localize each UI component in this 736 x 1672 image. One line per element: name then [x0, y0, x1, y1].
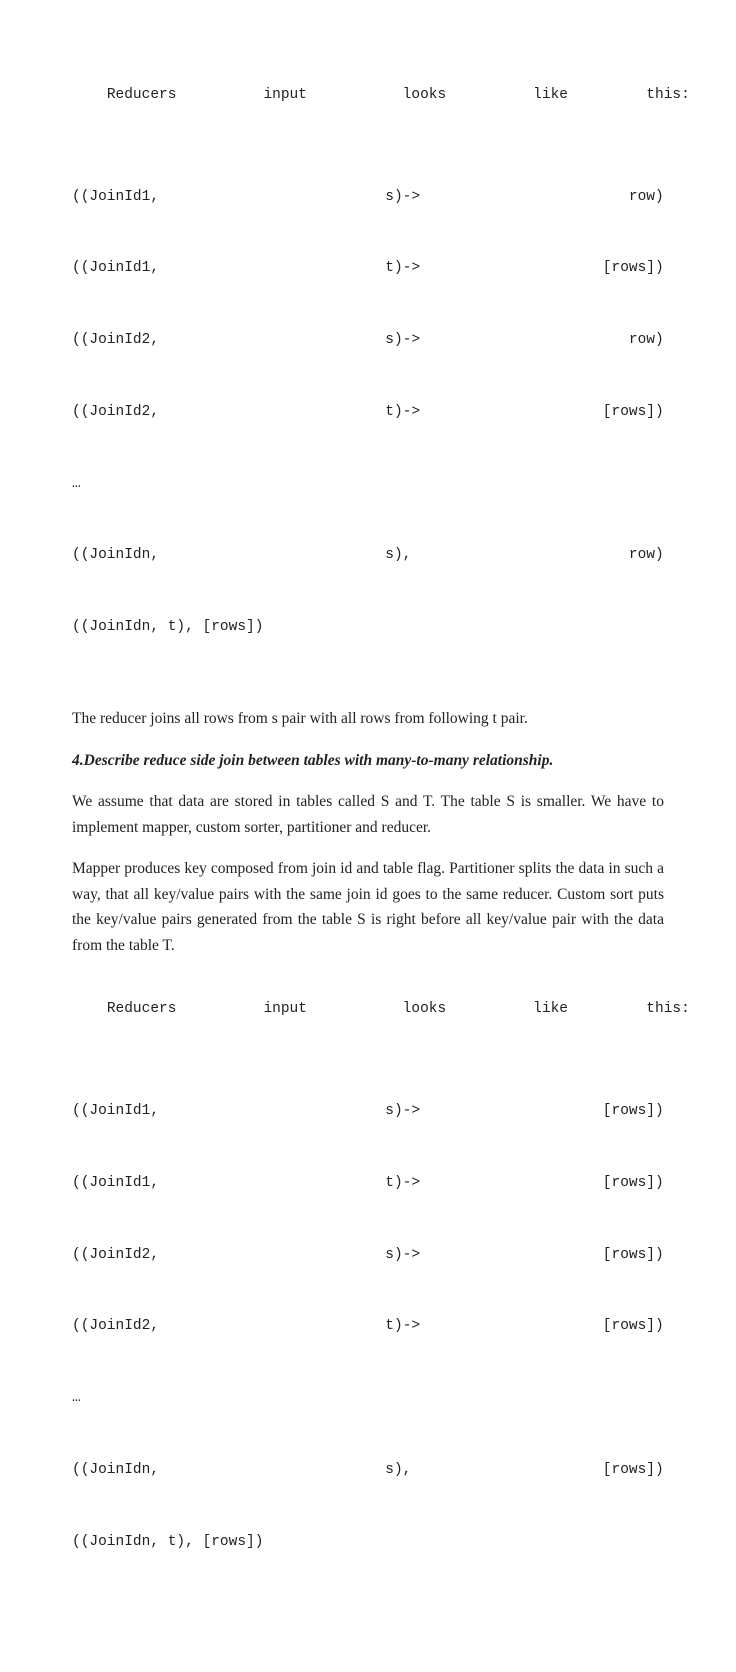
code-line-header-2: Reducers input looks like this: — [107, 1001, 690, 1017]
code-line: … — [72, 1387, 664, 1411]
code-line: ((JoinIdn, s), [rows]) — [72, 1459, 664, 1483]
code-line: ((JoinId1, t)-> [rows]) — [72, 257, 664, 281]
code-block-1: Reducers input looks like this: — [72, 60, 664, 132]
prose-2: We assume that data are stored in tables… — [72, 789, 664, 840]
section-heading: 4.Describe reduce side join between tabl… — [72, 748, 664, 774]
code-line-1: Reducers input looks like this: — [107, 87, 690, 103]
code-line: ((JoinId2, t)-> [rows]) — [72, 1315, 664, 1339]
code-line: ((JoinId1, t)-> [rows]) — [72, 1172, 664, 1196]
code-line: ((JoinIdn, s), row) — [72, 544, 664, 568]
main-content: Reducers input looks like this: ((JoinId… — [72, 60, 664, 1602]
code-block-2-lines: ((JoinId1, s)-> [rows]) ((JoinId1, t)-> … — [72, 1052, 664, 1602]
code-line: ((JoinId2, s)-> row) — [72, 329, 664, 353]
code-line: ((JoinId1, s)-> [rows]) — [72, 1100, 664, 1124]
code-line: ((JoinId1, s)-> row) — [72, 186, 664, 210]
code-line: ((JoinId2, t)-> [rows]) — [72, 401, 664, 425]
code-block-1-lines: ((JoinId1, s)-> row) ((JoinId1, t)-> [ro… — [72, 138, 664, 688]
prose-1: The reducer joins all rows from s pair w… — [72, 706, 664, 732]
prose-3: Mapper produces key composed from join i… — [72, 856, 664, 958]
code-line: ((JoinIdn, t), [rows]) — [72, 616, 664, 640]
code-block-2: Reducers input looks like this: — [72, 974, 664, 1046]
code-line: ((JoinIdn, t), [rows]) — [72, 1531, 664, 1555]
code-line: ((JoinId2, s)-> [rows]) — [72, 1244, 664, 1268]
code-line: … — [72, 473, 664, 497]
